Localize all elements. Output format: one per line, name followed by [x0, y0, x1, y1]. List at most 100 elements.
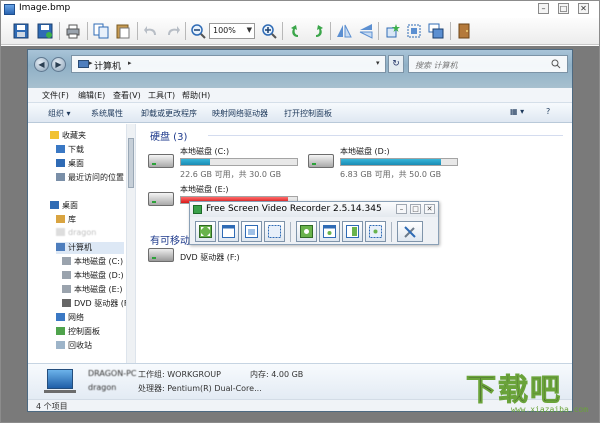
search-input[interactable]: 搜索 计算机	[408, 55, 568, 73]
redo-icon[interactable]	[163, 21, 183, 41]
refresh-button[interactable]: ↻	[388, 55, 404, 73]
group-header-removable[interactable]: 有可移动	[150, 232, 190, 247]
forward-button[interactable]: ▶	[51, 57, 66, 72]
network-icon	[56, 313, 65, 321]
effects-icon[interactable]	[382, 21, 402, 41]
organize-button[interactable]: 组织 ▾	[48, 108, 71, 119]
rotate-left-icon[interactable]	[286, 21, 306, 41]
zoom-out-icon[interactable]	[188, 21, 208, 41]
group-header-hard-disks[interactable]: 硬盘 (3)	[150, 128, 187, 143]
nav-desktop-fav[interactable]: 桌面	[56, 158, 84, 170]
print-icon[interactable]	[63, 21, 83, 41]
flip-horizontal-icon[interactable]	[334, 21, 354, 41]
maximize-button[interactable]: □	[558, 3, 569, 14]
watermark-logo: 下载吧	[466, 373, 562, 409]
address-bar[interactable]: ▸ 计算机 ▸ ▾	[71, 55, 386, 73]
breadcrumb-root-arrow[interactable]: ▸	[89, 59, 93, 67]
explorer-chrome: ◀ ▶ ▸ 计算机 ▸ ▾ ↻ 搜索 计算机	[28, 50, 572, 88]
menu-file[interactable]: 文件(F)	[42, 90, 69, 101]
region-record-icon	[369, 225, 382, 238]
viewer-toolbar: 100% ▼	[1, 18, 599, 45]
paste-icon[interactable]	[113, 21, 133, 41]
nav-computer[interactable]: 计算机	[56, 242, 124, 254]
nav-user[interactable]: dragon	[56, 228, 96, 240]
menu-edit[interactable]: 编辑(E)	[78, 90, 105, 101]
rotate-right-icon[interactable]	[308, 21, 328, 41]
region-capture-icon	[268, 225, 281, 238]
minimize-button[interactable]: –	[538, 3, 549, 14]
view-options-icon[interactable]: ▦ ▾	[510, 107, 524, 116]
open-control-panel-button[interactable]: 打开控制面板	[284, 108, 332, 119]
dvd-icon	[62, 299, 71, 307]
scrollbar-thumb[interactable]	[128, 138, 134, 188]
copy-icon[interactable]	[91, 21, 111, 41]
drive-name: 本地磁盘 (D:)	[340, 147, 390, 156]
capture-fullscreen-button[interactable]	[195, 221, 216, 242]
undo-icon[interactable]	[141, 21, 161, 41]
processor-label: 处理器: Pentium(R) Dual-Core...	[138, 384, 262, 393]
menu-help[interactable]: 帮助(H)	[182, 90, 210, 101]
nav-recent[interactable]: 最近访问的位置	[56, 172, 124, 184]
recorder-minimize-button[interactable]: –	[396, 204, 407, 214]
capture-region-button[interactable]	[264, 221, 285, 242]
zoom-in-icon[interactable]	[259, 21, 279, 41]
system-properties-button[interactable]: 系统属性	[91, 108, 123, 119]
library-icon	[56, 215, 65, 223]
nav-favorites[interactable]: 收藏夹	[50, 130, 86, 142]
resize-icon[interactable]	[426, 21, 446, 41]
drive-name: 本地磁盘 (E:)	[180, 185, 229, 194]
nav-desktop[interactable]: 桌面	[50, 200, 78, 212]
record-object-button[interactable]	[342, 221, 363, 242]
computer-base	[44, 390, 76, 393]
nav-drive-c[interactable]: 本地磁盘 (C:)	[62, 256, 123, 268]
address-dropdown-icon[interactable]: ▾	[376, 59, 380, 67]
recorder-close-button[interactable]: ✕	[424, 204, 435, 214]
exit-door-icon[interactable]	[454, 21, 474, 41]
record-window-button[interactable]	[319, 221, 340, 242]
nav-scrollbar[interactable]	[126, 124, 135, 363]
flip-vertical-icon[interactable]	[356, 21, 376, 41]
capture-object-button[interactable]	[241, 221, 262, 242]
nav-drive-d[interactable]: 本地磁盘 (D:)	[62, 270, 124, 282]
control-panel-icon	[56, 327, 65, 335]
menu-tools[interactable]: 工具(T)	[148, 90, 175, 101]
zoom-select[interactable]: 100% ▼	[209, 23, 255, 39]
drive-d-tile[interactable]: 本地磁盘 (D:) 6.83 GB 可用，共 50.0 GB	[308, 146, 458, 186]
map-network-drive-button[interactable]: 映射网络驱动器	[212, 108, 268, 119]
recorder-maximize-button[interactable]: □	[410, 204, 421, 214]
nav-recycle-bin[interactable]: 回收站	[56, 340, 92, 352]
nav-library[interactable]: 库	[56, 214, 76, 226]
drive-name: 本地磁盘 (C:)	[180, 147, 230, 156]
nav-control-panel[interactable]: 控制面板	[56, 326, 100, 338]
drive-free-space: 6.83 GB 可用，共 50.0 GB	[340, 170, 442, 179]
nav-downloads[interactable]: 下载	[56, 144, 84, 156]
record-fullscreen-button[interactable]	[296, 221, 317, 242]
recorder-titlebar[interactable]: Free Screen Video Recorder 2.5.14.345 – …	[190, 202, 438, 217]
nav-drive-e[interactable]: 本地磁盘 (E:)	[62, 284, 123, 296]
nav-dvd[interactable]: DVD 驱动器 (F	[62, 298, 128, 310]
nav-network[interactable]: 网络	[56, 312, 84, 324]
back-arrow-icon: ◀	[38, 60, 45, 69]
dvd-drive-tile[interactable]: DVD 驱动器 (F:)	[148, 246, 298, 272]
close-button[interactable]: ✕	[578, 3, 589, 14]
drive-icon	[62, 285, 71, 293]
uninstall-program-button[interactable]: 卸载或更改程序	[141, 108, 197, 119]
back-button[interactable]: ◀	[34, 57, 49, 72]
menu-view[interactable]: 查看(V)	[113, 90, 141, 101]
crop-select-icon[interactable]	[404, 21, 424, 41]
toolbar-separator	[330, 22, 331, 40]
settings-button[interactable]	[397, 221, 423, 242]
drive-c-tile[interactable]: 本地磁盘 (C:) 22.6 GB 可用，共 30.0 GB	[148, 146, 298, 186]
recorder-separator	[290, 222, 291, 242]
refresh-icon: ↻	[392, 59, 400, 69]
save-as-icon[interactable]	[35, 21, 55, 41]
window-capture-icon	[222, 225, 235, 238]
capture-window-button[interactable]	[218, 221, 239, 242]
help-icon[interactable]: ?	[546, 107, 550, 116]
breadcrumb-computer[interactable]: 计算机	[94, 59, 121, 72]
breadcrumb-arrow[interactable]: ▸	[128, 59, 132, 67]
computer-icon	[78, 60, 89, 68]
record-region-button[interactable]	[365, 221, 386, 242]
recorder-toolbar: Free Screen Video Recorder 2.5.14.345 – …	[189, 201, 439, 245]
save-icon[interactable]	[11, 21, 31, 41]
